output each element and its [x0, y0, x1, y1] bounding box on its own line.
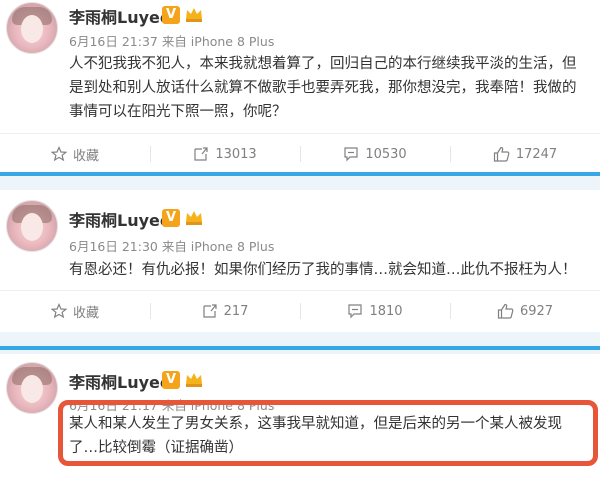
- post-text: 有恩必还！有仇必报！如果你们经历了我的事情…就会知道…此仇不报枉为人！: [69, 262, 577, 278]
- highlight-box: [58, 400, 598, 466]
- post-meta: 6月16日 21:30 来自 iPhone 8 Plus: [69, 239, 275, 254]
- like-icon: [497, 303, 514, 319]
- comment-icon: [344, 147, 358, 162]
- post-1: 李雨桐Luyee V 6月16日 21:37 来自 iPhone 8 Plus …: [0, 0, 600, 172]
- star-icon: [50, 146, 67, 162]
- favorite-button[interactable]: 收藏: [0, 291, 150, 331]
- favorite-label: 收藏: [72, 148, 99, 164]
- crown-icon: [186, 8, 202, 22]
- crown-icon: [186, 373, 202, 387]
- repost-icon: [202, 304, 217, 318]
- author-name[interactable]: 李雨桐Luyee: [69, 369, 171, 393]
- comment-count: 10530: [365, 146, 407, 162]
- comment-button[interactable]: 1810: [300, 291, 450, 331]
- favorite-label: 收藏: [72, 305, 99, 321]
- post-meta: 6月16日 21:37 来自 iPhone 8 Plus: [69, 34, 275, 49]
- like-icon: [493, 146, 510, 162]
- crown-icon: [186, 211, 202, 225]
- like-count: 17247: [515, 146, 558, 162]
- like-button[interactable]: 6927: [450, 291, 600, 331]
- verified-badge: V: [162, 6, 180, 24]
- author-name[interactable]: 李雨桐Luyee: [69, 207, 171, 231]
- post-separator: [0, 172, 600, 190]
- verified-badge: V: [162, 371, 180, 389]
- action-bar: 收藏 13013 10530 17247: [0, 133, 600, 173]
- like-button[interactable]: 17247: [450, 134, 600, 174]
- author-name[interactable]: 李雨桐Luyee: [69, 4, 171, 28]
- like-count: 6927: [519, 303, 554, 319]
- verified-badge: V: [162, 209, 180, 227]
- post-2: 李雨桐Luyee V 6月16日 21:30 来自 iPhone 8 Plus …: [0, 190, 600, 332]
- repost-count: 217: [223, 303, 249, 319]
- avatar[interactable]: [6, 2, 58, 54]
- post-text: 人不犯我我不犯人，本来我就想着算了，回归自己的本行继续我平淡的生活，但是到处和别…: [69, 56, 577, 120]
- comment-count: 1810: [369, 303, 403, 319]
- post-separator: [0, 332, 600, 354]
- star-icon: [50, 303, 67, 319]
- avatar[interactable]: [6, 362, 58, 414]
- repost-button[interactable]: 13013: [150, 134, 300, 174]
- repost-count: 13013: [215, 146, 257, 162]
- repost-button[interactable]: 217: [150, 291, 300, 331]
- avatar[interactable]: [6, 200, 58, 252]
- favorite-button[interactable]: 收藏: [0, 134, 150, 174]
- action-bar: 收藏 217 1810 6927: [0, 290, 600, 330]
- comment-button[interactable]: 10530: [300, 134, 450, 174]
- comment-icon: [348, 304, 363, 319]
- repost-icon: [194, 147, 208, 161]
